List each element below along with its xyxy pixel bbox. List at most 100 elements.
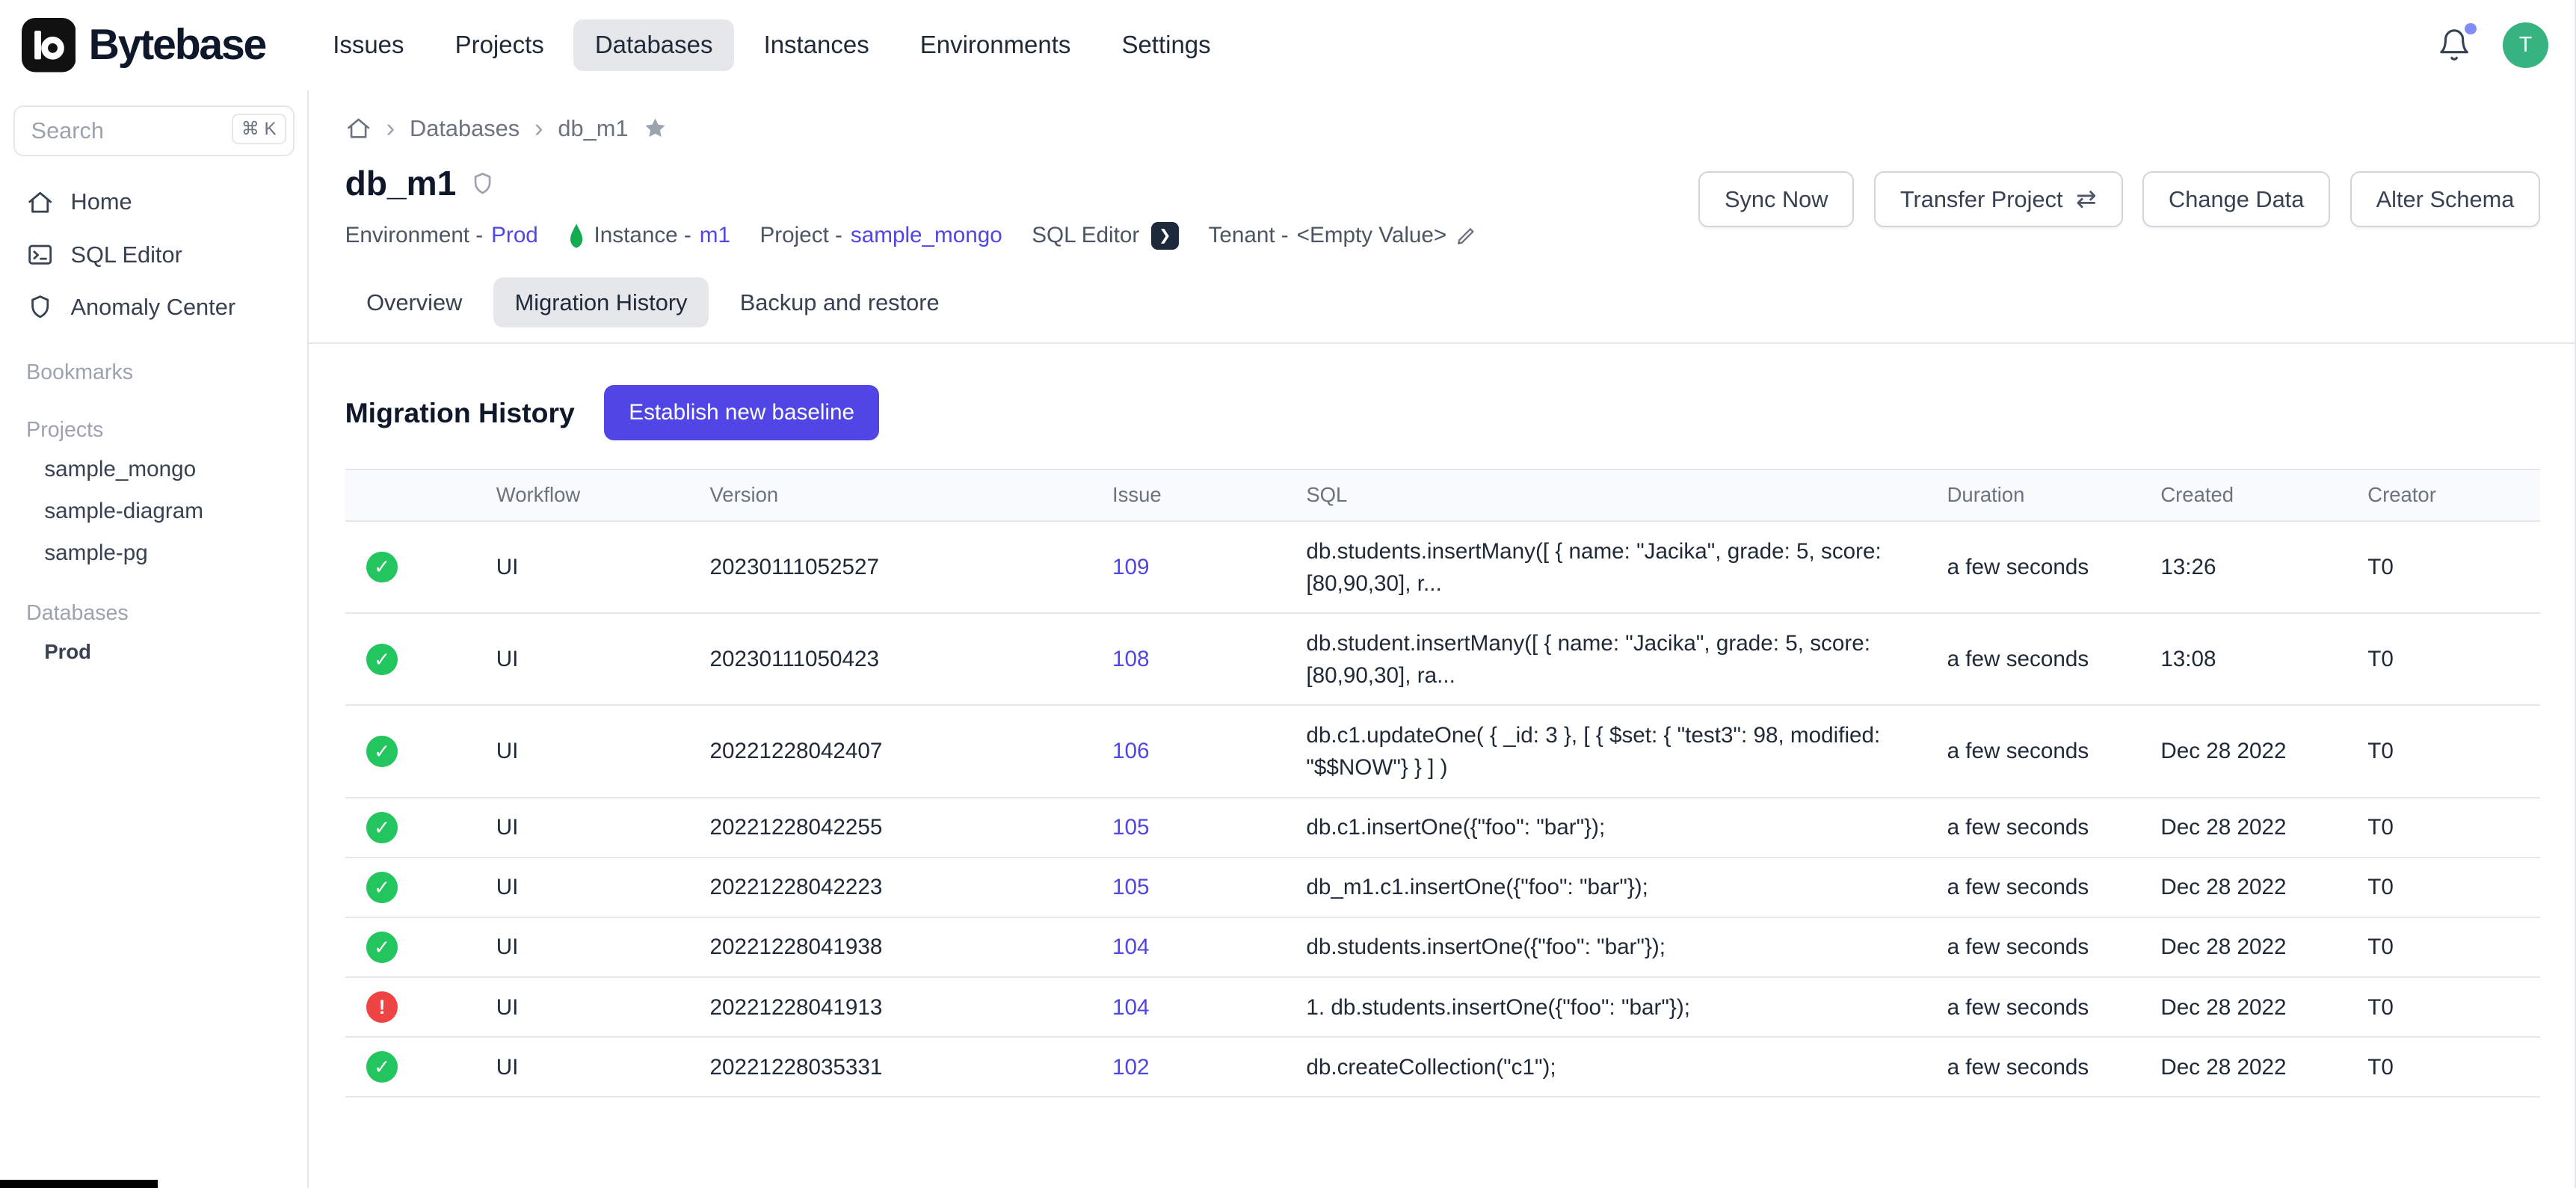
cell-version: 20221228042255: [690, 798, 1093, 857]
table-row[interactable]: ✓ UI 20221228042407 106 db.c1.updateOne(…: [345, 706, 2541, 798]
avatar[interactable]: T: [2503, 22, 2549, 69]
home-icon: [26, 188, 54, 216]
header-right: T: [2437, 22, 2548, 69]
cell-duration: a few seconds: [1927, 522, 2141, 612]
cell-version: 20221228035331: [690, 1038, 1093, 1096]
breadcrumb-databases[interactable]: Databases: [410, 115, 520, 142]
star-icon[interactable]: [643, 116, 668, 141]
establish-baseline-button[interactable]: Establish new baseline: [604, 385, 879, 441]
status-failed-icon: !: [366, 991, 398, 1023]
sidebar-project-sample-diagram[interactable]: sample-diagram: [13, 490, 295, 532]
cell-duration: a few seconds: [1927, 614, 2141, 704]
alter-schema-button[interactable]: Alter Schema: [2350, 171, 2541, 227]
bytebase-logo[interactable]: Bytebase: [22, 18, 266, 73]
sql-editor-link[interactable]: SQL Editor ❯: [1032, 222, 1179, 250]
col-workflow: Workflow: [476, 470, 690, 520]
cell-version: 20221228041938: [690, 918, 1093, 976]
page-title: db_m1: [345, 163, 457, 203]
search-box: ⌘ K: [13, 105, 295, 156]
issue-link[interactable]: 105: [1112, 871, 1149, 903]
sidebar-item-sql-editor[interactable]: SQL Editor: [13, 228, 295, 280]
shield-icon: [26, 293, 54, 321]
environment-label: Environment -: [345, 223, 484, 248]
cell-creator: T0: [2348, 918, 2540, 976]
cell-created: Dec 28 2022: [2141, 1038, 2348, 1096]
breadcrumb-db-m1: db_m1: [558, 115, 628, 142]
status-success-icon: ✓: [366, 812, 398, 843]
notifications-button[interactable]: [2437, 28, 2471, 62]
cell-created: 13:08: [2141, 614, 2348, 704]
cell-version: 20221228042223: [690, 858, 1093, 917]
cell-creator: T0: [2348, 798, 2540, 857]
cell-workflow: UI: [476, 798, 690, 857]
tab-migration-history[interactable]: Migration History: [493, 277, 709, 327]
table-row[interactable]: ✓ UI 20221228041938 104 db.students.inse…: [345, 918, 2541, 978]
table-row[interactable]: ✓ UI 20230111052527 109 db.students.inse…: [345, 522, 2541, 614]
sidebar-project-sample-mongo[interactable]: sample_mongo: [13, 449, 295, 490]
topnav-item-issues[interactable]: Issues: [312, 19, 425, 71]
cell-sql: db.c1.insertOne({"foo": "bar"});: [1287, 798, 1927, 857]
issue-link[interactable]: 104: [1112, 931, 1149, 963]
tab-backup-and-restore[interactable]: Backup and restore: [718, 277, 961, 327]
col-creator: Creator: [2348, 470, 2540, 520]
project-link[interactable]: sample_mongo: [851, 223, 1002, 248]
col-sql: SQL: [1287, 470, 1927, 520]
database-meta: Environment - Prod Instance - m1 Project…: [345, 222, 1478, 250]
home-icon[interactable]: [345, 115, 372, 141]
sync-now-button[interactable]: Sync Now: [1698, 171, 1854, 227]
main-content: › Databases › db_m1 db_m1: [309, 90, 2575, 1188]
topnav-item-settings[interactable]: Settings: [1100, 19, 1232, 71]
cell-duration: a few seconds: [1927, 798, 2141, 857]
sidebar-databases-list: Prod: [13, 632, 295, 672]
tabs: OverviewMigration HistoryBackup and rest…: [309, 277, 2575, 344]
migration-history-section: Migration History Establish new baseline…: [345, 344, 2541, 1098]
topnav-item-instances[interactable]: Instances: [742, 19, 890, 71]
table-row[interactable]: ! UI 20221228041913 104 1. db.students.i…: [345, 978, 2541, 1038]
cell-created: Dec 28 2022: [2141, 858, 2348, 917]
cell-sql: db.students.insertOne({"foo": "bar"});: [1287, 918, 1927, 976]
table-row[interactable]: ✓ UI 20221228042255 105 db.c1.insertOne(…: [345, 798, 2541, 858]
issue-link[interactable]: 105: [1112, 811, 1149, 843]
cell-workflow: UI: [476, 522, 690, 612]
sidebar-item-home[interactable]: Home: [13, 176, 295, 228]
cell-sql: db.students.insertMany([ { name: "Jacika…: [1287, 522, 1927, 612]
table-row[interactable]: ✓ UI 20221228042223 105 db_m1.c1.insertO…: [345, 858, 2541, 918]
shield-icon: [469, 170, 496, 197]
cell-creator: T0: [2348, 1038, 2540, 1096]
issue-link[interactable]: 106: [1112, 735, 1149, 767]
topnav-item-projects[interactable]: Projects: [434, 19, 565, 71]
issue-link[interactable]: 108: [1112, 643, 1149, 675]
issue-link[interactable]: 104: [1112, 991, 1149, 1024]
instance-link[interactable]: m1: [700, 223, 730, 248]
migration-table: Workflow Version Issue SQL Duration Crea…: [345, 469, 2541, 1098]
sidebar-database-prod[interactable]: Prod: [13, 632, 295, 672]
sidebar-project-sample-pg[interactable]: sample-pg: [13, 532, 295, 574]
issue-link[interactable]: 109: [1112, 551, 1149, 583]
cell-sql: db.student.insertMany([ { name: "Jacika"…: [1287, 614, 1927, 704]
sidebar-item-anomaly-center[interactable]: Anomaly Center: [13, 281, 295, 333]
status-success-icon: ✓: [366, 736, 398, 767]
change-data-button[interactable]: Change Data: [2142, 171, 2330, 227]
status-success-icon: ✓: [366, 1051, 398, 1083]
chevron-right-icon: ›: [386, 115, 395, 141]
topnav-item-databases[interactable]: Databases: [573, 19, 734, 71]
table-row[interactable]: ✓ UI 20230111050423 108 db.student.inser…: [345, 614, 2541, 706]
edit-pencil-icon[interactable]: [1455, 224, 1478, 247]
sidebar-item-label: Home: [70, 188, 132, 215]
transfer-project-button[interactable]: Transfer Project⇄: [1874, 171, 2123, 227]
issue-link[interactable]: 102: [1112, 1051, 1149, 1083]
sidebar-projects-list: sample_mongosample-diagramsample-pg: [13, 449, 295, 574]
sidebar-item-label: Anomaly Center: [70, 294, 235, 321]
tenant-value: <Empty Value>: [1297, 223, 1447, 248]
table-row[interactable]: ✓ UI 20221228035331 102 db.createCollect…: [345, 1038, 2541, 1098]
bottom-left-bar: [0, 1180, 158, 1188]
environment-link[interactable]: Prod: [491, 223, 538, 248]
cell-sql: db_m1.c1.insertOne({"foo": "bar"});: [1287, 858, 1927, 917]
meta-environment: Environment - Prod: [345, 223, 538, 248]
cell-workflow: UI: [476, 978, 690, 1036]
topnav-item-environments[interactable]: Environments: [899, 19, 1092, 71]
cell-workflow: UI: [476, 1038, 690, 1096]
tab-overview[interactable]: Overview: [345, 277, 484, 327]
cell-creator: T0: [2348, 522, 2540, 612]
col-issue: Issue: [1093, 470, 1287, 520]
